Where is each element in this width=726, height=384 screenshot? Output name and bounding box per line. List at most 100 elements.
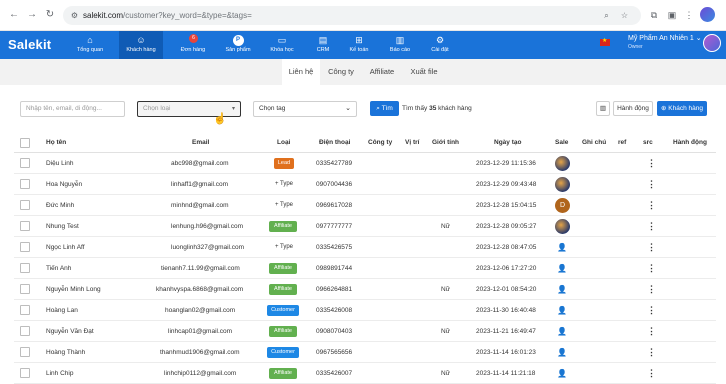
more-actions-icon[interactable]: ⋮ bbox=[647, 174, 656, 195]
nav-khoa-hoc[interactable]: ▭ Khóa học bbox=[264, 31, 300, 59]
tab-lien-he[interactable]: Liên hệ bbox=[282, 59, 320, 85]
tab-cong-ty[interactable]: Công ty bbox=[324, 59, 358, 85]
more-actions-icon[interactable]: ⋮ bbox=[647, 195, 656, 216]
search-button[interactable]: ⌕ Tìm bbox=[370, 101, 399, 116]
customer-name[interactable]: Tiến Anh bbox=[46, 258, 71, 279]
type-tag[interactable]: Affiliate bbox=[269, 263, 297, 274]
extensions-icon[interactable]: ⧉ bbox=[648, 9, 660, 21]
assign-sale-icon[interactable]: 👤 bbox=[557, 300, 567, 321]
col-name[interactable]: Họ tên bbox=[46, 139, 66, 146]
type-tag[interactable]: Affiliate bbox=[269, 284, 297, 295]
table-row[interactable]: Ngọc Linh Aff luonglinh327@gmail.com + T… bbox=[14, 237, 716, 258]
more-actions-icon[interactable]: ⋮ bbox=[647, 342, 656, 363]
assign-sale-icon[interactable]: 👤 bbox=[557, 258, 567, 279]
column-toggle-button[interactable]: ▥ bbox=[596, 101, 610, 116]
user-avatar[interactable] bbox=[703, 34, 721, 52]
customer-name[interactable]: Hoa Nguyễn bbox=[46, 174, 82, 195]
nav-cai-dat[interactable]: ⚙ Cài đặt bbox=[424, 31, 456, 59]
row-checkbox[interactable] bbox=[20, 179, 30, 189]
assign-sale-icon[interactable]: 👤 bbox=[557, 321, 567, 342]
row-checkbox[interactable] bbox=[20, 242, 30, 252]
more-actions-icon[interactable]: ⋮ bbox=[647, 300, 656, 321]
type-tag[interactable]: Customer bbox=[267, 347, 299, 358]
col-gender[interactable]: Giới tính bbox=[432, 139, 459, 146]
col-phone[interactable]: Điện thoại bbox=[319, 139, 350, 146]
col-position[interactable]: Vị trí bbox=[405, 139, 419, 146]
customer-name[interactable]: Ngọc Linh Aff bbox=[46, 237, 85, 258]
more-actions-icon[interactable]: ⋮ bbox=[647, 279, 656, 300]
type-tag[interactable]: Customer bbox=[267, 305, 299, 316]
row-checkbox[interactable] bbox=[20, 221, 30, 231]
nav-ke-toan[interactable]: ⊞ Kế toán bbox=[343, 31, 375, 59]
type-tag[interactable]: Affiliate bbox=[269, 326, 297, 337]
row-checkbox[interactable] bbox=[20, 326, 30, 336]
customer-name[interactable]: Nguyễn Minh Long bbox=[46, 279, 101, 300]
more-actions-icon[interactable]: ⋮ bbox=[647, 258, 656, 279]
tab-affiliate[interactable]: Affiliate bbox=[364, 59, 400, 85]
url-text[interactable]: salekit.com/customer?key_word=&type=&tag… bbox=[83, 10, 252, 21]
col-created[interactable]: Ngày tạo bbox=[494, 139, 521, 146]
more-actions-icon[interactable]: ⋮ bbox=[647, 153, 656, 174]
bookmark-star-icon[interactable]: ☆ bbox=[619, 10, 630, 21]
customer-name[interactable]: Nhung Test bbox=[46, 216, 79, 237]
type-tag[interactable]: Affiliate bbox=[269, 221, 297, 232]
add-customer-button[interactable]: ⊕ Khách hàng bbox=[657, 101, 707, 116]
table-row[interactable]: Hoa Nguyễn linhaff1@gmail.com + Type 090… bbox=[14, 174, 716, 195]
customer-name[interactable]: Linh Chip bbox=[46, 363, 73, 384]
nav-crm[interactable]: ▤ CRM bbox=[308, 31, 338, 59]
row-checkbox[interactable] bbox=[20, 263, 30, 273]
table-row[interactable]: Nhung Test lenhung.h96@gmail.com Affilia… bbox=[14, 216, 716, 237]
tab-xuat-file[interactable]: Xuất file bbox=[405, 59, 443, 85]
col-email[interactable]: Email bbox=[192, 139, 209, 146]
sale-initial-avatar[interactable]: D bbox=[555, 198, 570, 213]
forward-arrow-icon[interactable]: → bbox=[26, 9, 38, 21]
assign-sale-icon[interactable]: 👤 bbox=[557, 342, 567, 363]
site-info-icon[interactable]: ⚙ bbox=[69, 10, 80, 21]
add-type-button[interactable]: + Type bbox=[272, 242, 296, 253]
table-row[interactable]: Hoàng Thành thanhmud1906@gmail.com Custo… bbox=[14, 342, 716, 363]
row-checkbox[interactable] bbox=[20, 347, 30, 357]
table-row[interactable]: Nguyễn Minh Long khanhvyspa.6868@gmail.c… bbox=[14, 279, 716, 300]
col-company[interactable]: Công ty bbox=[368, 139, 392, 146]
nav-tong-quan[interactable]: ⌂ Tổng quan bbox=[70, 31, 110, 59]
nav-san-pham[interactable]: P Sản phẩm bbox=[219, 31, 257, 59]
assign-sale-icon[interactable]: 👤 bbox=[557, 363, 567, 384]
table-row[interactable]: Diệu Linh abc998@gmail.com Lead 03354277… bbox=[14, 153, 716, 174]
back-arrow-icon[interactable]: ← bbox=[8, 9, 20, 21]
col-note[interactable]: Ghi chú bbox=[582, 139, 606, 146]
row-checkbox[interactable] bbox=[20, 284, 30, 294]
customer-name[interactable]: Hoàng Thành bbox=[46, 342, 85, 363]
row-checkbox[interactable] bbox=[20, 158, 30, 168]
nav-khach-hang[interactable]: ☺ Khách hàng bbox=[119, 31, 163, 59]
salekit-logo[interactable]: Salekit bbox=[8, 37, 51, 52]
more-actions-icon[interactable]: ⋮ bbox=[647, 216, 656, 237]
add-type-button[interactable]: + Type bbox=[272, 200, 296, 211]
customer-name[interactable]: Nguyễn Văn Đạt bbox=[46, 321, 94, 342]
assign-sale-icon[interactable]: 👤 bbox=[557, 237, 567, 258]
table-row[interactable]: Đức Minh minhnd@gmail.com + Type 0969617… bbox=[14, 195, 716, 216]
col-src[interactable]: src bbox=[643, 139, 653, 146]
add-type-button[interactable]: + Type bbox=[272, 179, 296, 190]
sale-avatar[interactable] bbox=[555, 177, 570, 192]
table-row[interactable]: Nguyễn Văn Đạt linhcap01@gmail.com Affil… bbox=[14, 321, 716, 342]
sale-avatar[interactable] bbox=[555, 156, 570, 171]
nav-bao-cao[interactable]: ▥ Báo cáo bbox=[384, 31, 416, 59]
browser-profile-avatar[interactable] bbox=[700, 7, 715, 22]
assign-sale-icon[interactable]: 👤 bbox=[557, 279, 567, 300]
user-name[interactable]: Mỹ Phẩm An Nhiên 1 ⌄ bbox=[628, 34, 702, 42]
vietnam-flag-icon[interactable] bbox=[600, 37, 610, 46]
col-ref[interactable]: ref bbox=[618, 139, 626, 146]
customer-name[interactable]: Đức Minh bbox=[46, 195, 74, 216]
table-row[interactable]: Hoàng Lan hoanglan02@gmail.com Customer … bbox=[14, 300, 716, 321]
tag-select[interactable]: Chọn tag ⌄ bbox=[253, 101, 357, 117]
col-sale[interactable]: Sale bbox=[555, 139, 568, 146]
customer-name[interactable]: Hoàng Lan bbox=[46, 300, 78, 321]
sidebar-toggle-icon[interactable]: ▣ bbox=[666, 9, 678, 21]
table-row[interactable]: Tiến Anh tienanh7.11.99@gmail.com Affili… bbox=[14, 258, 716, 279]
search-input[interactable]: Nhập tên, email, di động... bbox=[20, 101, 125, 117]
col-actions[interactable]: Hành động bbox=[673, 139, 707, 146]
customer-name[interactable]: Diệu Linh bbox=[46, 153, 73, 174]
address-bar[interactable]: ⚙ salekit.com/customer?key_word=&type=&t… bbox=[63, 6, 641, 25]
reload-icon[interactable]: ↻ bbox=[44, 9, 56, 21]
table-row[interactable]: Linh Chip linhchip0112@gmail.com Affilia… bbox=[14, 363, 716, 384]
